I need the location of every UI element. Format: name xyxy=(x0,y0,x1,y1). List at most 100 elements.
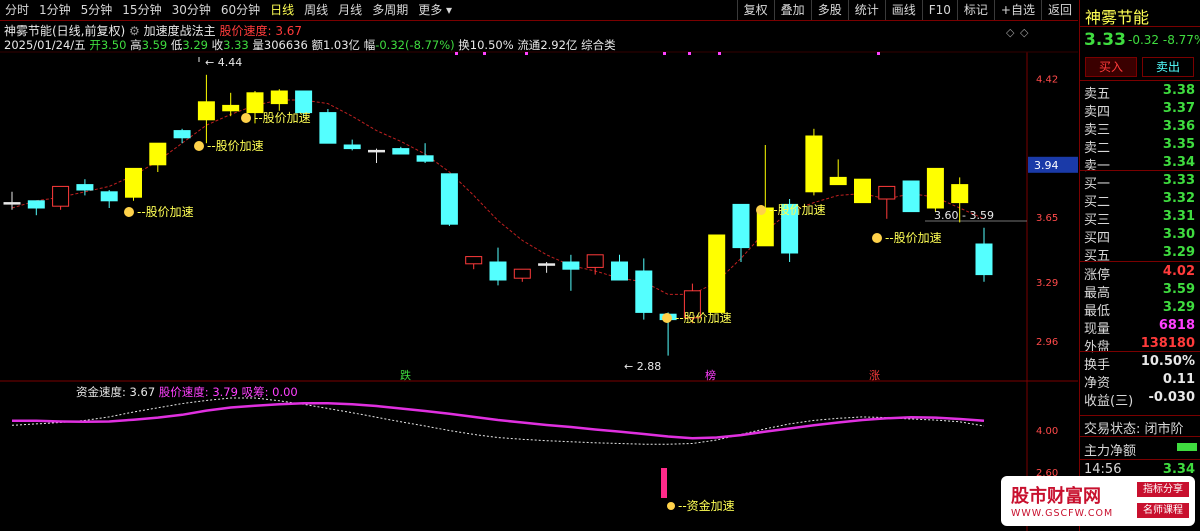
main-axis-label: 4.42 xyxy=(1036,74,1058,85)
candle-body xyxy=(951,184,969,204)
candle-body xyxy=(708,234,726,313)
candle-body xyxy=(149,142,167,166)
accel-label: --股价加速 xyxy=(769,203,826,217)
sell-button[interactable]: 卖出 xyxy=(1142,57,1194,77)
candle-body xyxy=(295,90,313,114)
bid-row-1: 买二 3.32 xyxy=(1080,191,1200,210)
buy-button[interactable]: 买入 xyxy=(1085,57,1137,77)
main-net-amount[interactable]: 主力净额 xyxy=(1080,440,1200,459)
candle-body xyxy=(76,184,94,191)
tag-rise: 涨 xyxy=(869,369,880,382)
candle-body xyxy=(392,148,410,155)
bid-value: 3.31 xyxy=(1162,209,1195,224)
sub-axis-label: 4.00 xyxy=(1036,426,1058,437)
candle-body xyxy=(343,144,361,150)
candle-body xyxy=(173,130,191,139)
candle xyxy=(368,148,385,163)
candle xyxy=(635,258,653,320)
candle-body xyxy=(562,261,580,270)
candle-body xyxy=(465,256,483,265)
candle xyxy=(173,128,191,144)
signal-dot xyxy=(483,52,486,55)
stat2-value: 0.11 xyxy=(1162,372,1195,387)
candle xyxy=(878,185,896,219)
accel-label: --股价加速 xyxy=(207,139,264,153)
stat-value: 6818 xyxy=(1158,318,1195,333)
quote-panel: 神雾节能 3.33 -0.32 -8.77% 买入 卖出 卖五 3.38 卖四 3.3… xyxy=(1079,0,1200,531)
current-price-label: 3.94 xyxy=(1034,159,1059,172)
signal-dot xyxy=(525,52,528,55)
stat2-row-0: 换手 10.50% xyxy=(1080,354,1200,373)
candle xyxy=(197,74,215,144)
stat2-label: 净资 xyxy=(1084,376,1111,391)
candle-body xyxy=(197,101,215,121)
stat-label: 外盘 xyxy=(1084,340,1111,355)
candle-body xyxy=(416,155,434,162)
stat-row-0: 涨停 4.02 xyxy=(1080,264,1200,283)
candle xyxy=(52,185,70,210)
candle xyxy=(586,254,604,275)
ask-label: 卖五 xyxy=(1084,87,1111,102)
watermark-tag-share: 指标分享 xyxy=(1137,482,1189,497)
candle-body xyxy=(854,178,871,204)
candle-body xyxy=(100,191,118,202)
candle xyxy=(756,145,774,247)
candle xyxy=(440,173,458,226)
tag-fall: 跌 xyxy=(400,368,411,382)
candle-body xyxy=(586,254,604,268)
ask-row-0: 卖五 3.38 xyxy=(1080,83,1200,102)
candle xyxy=(27,200,45,216)
stock-name: 神雾节能 xyxy=(1085,8,1150,27)
candle xyxy=(3,191,21,210)
candle-body xyxy=(368,149,385,153)
ask-label: 卖三 xyxy=(1084,123,1111,138)
bid-row-4: 买五 3.29 xyxy=(1080,245,1200,264)
candle-body xyxy=(635,270,653,313)
candle xyxy=(538,262,556,273)
fund-accel-bar xyxy=(661,468,667,498)
money-bag-icon xyxy=(662,313,672,323)
candle xyxy=(926,167,944,212)
ask-value: 3.37 xyxy=(1162,101,1195,116)
candle xyxy=(829,159,847,186)
stat-row-2: 最低 3.29 xyxy=(1080,300,1200,319)
money-bag-icon xyxy=(194,141,204,151)
candle-body xyxy=(440,173,458,225)
bid-label: 买四 xyxy=(1084,231,1111,246)
money-bag-icon xyxy=(241,113,251,123)
stat-label: 现量 xyxy=(1084,322,1111,337)
ask-label: 卖四 xyxy=(1084,105,1111,120)
bid-row-0: 买一 3.33 xyxy=(1080,173,1200,192)
candle xyxy=(125,167,142,201)
candle-body xyxy=(878,185,896,200)
accel-label: --股价加速 xyxy=(137,205,194,219)
bid-row-3: 买四 3.30 xyxy=(1080,227,1200,246)
stat-value: 138180 xyxy=(1140,336,1195,351)
watermark-name: 股市财富网 xyxy=(1011,486,1101,507)
stat-label: 涨停 xyxy=(1084,268,1111,283)
candle xyxy=(513,268,531,282)
stat-label: 最高 xyxy=(1084,286,1111,301)
signal-dot xyxy=(718,52,721,55)
candle-body xyxy=(125,167,142,198)
bid-row-2: 买三 3.31 xyxy=(1080,209,1200,228)
kline-chart[interactable]: --股价加速 --股价加速 --股价加速 --股价加速 --股价加速 --股价加速 ← 4.… xyxy=(0,0,1078,531)
candle xyxy=(708,234,726,313)
candle xyxy=(562,254,580,291)
ask-row-1: 卖四 3.37 xyxy=(1080,101,1200,120)
stat2-row-1: 净资 0.11 xyxy=(1080,372,1200,391)
net-bar-icon xyxy=(1177,443,1197,451)
candle xyxy=(416,143,434,163)
candle-body xyxy=(732,203,750,249)
stat2-row-2: 收益(三) -0.030 xyxy=(1080,390,1200,409)
ask-label: 卖一 xyxy=(1084,159,1111,174)
candle-body xyxy=(902,180,920,213)
candle-body xyxy=(975,243,993,276)
candle-body xyxy=(513,268,531,279)
ask-value: 3.34 xyxy=(1162,155,1195,170)
accel-label: --股价加速 xyxy=(885,231,942,245)
candle xyxy=(465,256,483,270)
candle-body xyxy=(319,112,337,144)
ask-label: 卖二 xyxy=(1084,141,1111,156)
ask-row-2: 卖三 3.36 xyxy=(1080,119,1200,138)
